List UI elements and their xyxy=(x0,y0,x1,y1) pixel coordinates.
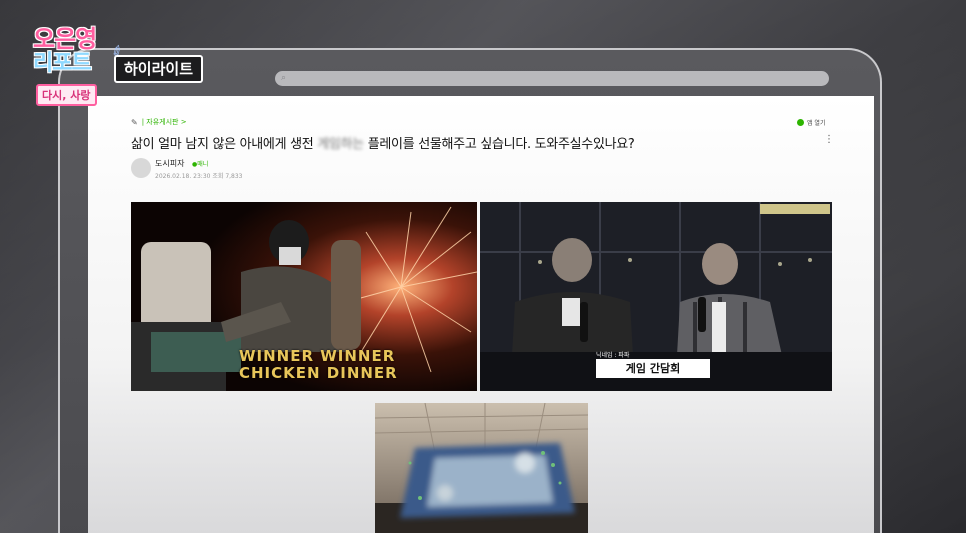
board-name[interactable]: | 자유게시판 > xyxy=(142,117,187,127)
pin-icon: ✎ xyxy=(131,117,138,127)
game-caption-line2: CHICKEN DINNER xyxy=(239,364,398,382)
post-title: 삶이 얼마 남지 않은 아내에게 생전 게임하는 플레이를 선물해주고 싶습니다… xyxy=(131,133,635,152)
highlight-badge: 하이라이트 xyxy=(114,55,204,83)
title-blurred-word: 게임하는 xyxy=(317,137,364,152)
game-photo[interactable]: WINNER WINNER CHICKEN DINNER xyxy=(131,202,477,391)
venue-photo-art xyxy=(375,403,588,533)
show-logo: 오은영 리포트 다시, 사랑 xyxy=(33,25,105,106)
search-icon: ⌕ xyxy=(281,73,287,83)
game-caption-line1: WINNER WINNER xyxy=(239,347,396,365)
author-badge: ●매니 xyxy=(192,161,209,168)
logo-line1: 오은영 xyxy=(33,25,97,53)
author-avatar[interactable] xyxy=(131,158,151,178)
open-app-label: 앱 열기 xyxy=(807,120,826,127)
address-bar[interactable]: ⌕ xyxy=(275,71,829,86)
app-icon xyxy=(797,119,804,126)
board-breadcrumb[interactable]: ✎ | 자유게시판 > xyxy=(131,117,187,127)
logo-line3: 다시, 사랑 xyxy=(36,84,97,106)
logo-line2: 리포트 xyxy=(33,51,92,76)
open-app-button[interactable]: 앱 열기 xyxy=(797,118,825,127)
title-part-2: 플레이를 선물해주고 싶습니다. 도와주실수있나요? xyxy=(367,137,635,152)
broadcast-photo[interactable]: 닉네임 : 파파 게임 간담회 xyxy=(480,202,832,391)
title-part-1: 삶이 얼마 남지 않은 아내에게 생전 xyxy=(131,137,314,152)
broadcast-subtitle: 닉네임 : 파파 xyxy=(596,352,630,359)
more-options-icon[interactable]: ⋮ xyxy=(824,134,834,145)
author-name[interactable]: 도시피자 xyxy=(155,158,184,169)
post-meta: 2026.02.18. 23:30 조회 7,833 xyxy=(155,173,243,180)
venue-photo[interactable] xyxy=(375,403,588,533)
broadcast-caption: 게임 간담회 xyxy=(596,359,710,378)
